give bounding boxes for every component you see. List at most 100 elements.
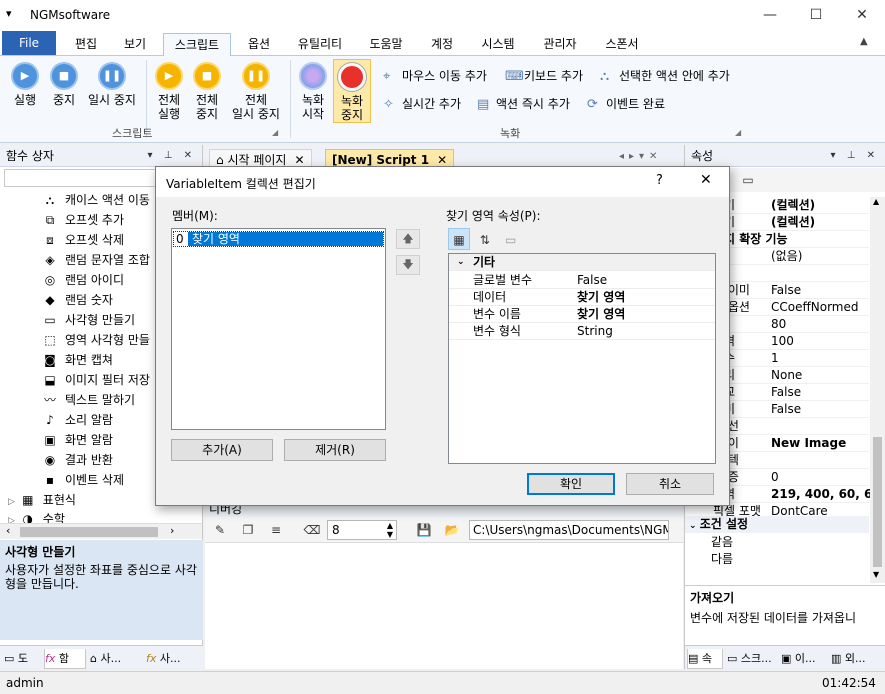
close-button[interactable]: ✕ bbox=[839, 0, 885, 30]
record-stop-button[interactable]: 녹화 중지 bbox=[333, 59, 371, 123]
dialog-close-button[interactable]: ✕ bbox=[700, 172, 712, 188]
tab-user[interactable]: ⌂ 사... bbox=[90, 649, 138, 669]
scroll-thumb[interactable] bbox=[20, 527, 158, 537]
eraser-icon[interactable]: ⌫ bbox=[301, 519, 323, 541]
pause-all-button[interactable]: ❚❚ 전체 일시 중지 bbox=[228, 62, 284, 121]
tab-functions[interactable]: fx 함 bbox=[44, 649, 86, 669]
tab-properties[interactable]: ▤ 속 bbox=[687, 649, 723, 669]
run-button[interactable]: ▶ 실행 bbox=[8, 62, 42, 107]
stop-all-button[interactable]: ■ 전체 중지 bbox=[190, 62, 224, 121]
property-value: 찾기 영역 bbox=[577, 290, 626, 304]
stop-button[interactable]: ■ 중지 bbox=[48, 62, 80, 107]
dialog-property-row[interactable]: 변수 형식 String bbox=[449, 323, 715, 340]
scroll-thumb[interactable] bbox=[873, 437, 882, 567]
tab-system[interactable]: 시스템 bbox=[472, 33, 524, 56]
record-start-button[interactable]: 녹화 시작 bbox=[297, 62, 329, 121]
scroll-left-icon[interactable]: ‹ bbox=[6, 524, 10, 537]
action-icon: ▤ bbox=[477, 97, 490, 112]
property-pages-icon[interactable]: ▭ bbox=[500, 229, 522, 251]
condition-different[interactable]: 다름 bbox=[711, 551, 733, 568]
number-stepper[interactable]: 8 ▲ ▼ bbox=[327, 520, 397, 540]
vertical-scrollbar[interactable]: ▲ ▼ bbox=[870, 197, 885, 583]
categorized-icon[interactable]: ▦ bbox=[448, 228, 470, 250]
speech-icon: 〰 bbox=[43, 393, 56, 407]
dialog-launcher-icon[interactable]: ◢ bbox=[272, 128, 278, 137]
tab-toolbox[interactable]: ▭ 도 bbox=[4, 649, 40, 669]
event-complete-button[interactable]: ⟳ 이벤트 완료 bbox=[587, 94, 665, 114]
members-list[interactable]: 0 찾기 영역 bbox=[171, 228, 386, 430]
file-tab[interactable]: File bbox=[2, 31, 56, 55]
condition-section[interactable]: ⌄ 조건 설정 bbox=[685, 516, 869, 533]
minimize-button[interactable]: — bbox=[747, 0, 793, 30]
tab-options[interactable]: 옵션 bbox=[238, 33, 280, 56]
collapse-ribbon-icon[interactable]: ▲ bbox=[860, 36, 868, 47]
tab-account[interactable]: 계정 bbox=[420, 33, 464, 56]
dialog-property-row[interactable]: 데이터 찾기 영역 bbox=[449, 289, 715, 306]
remove-button[interactable]: 제거(R) bbox=[284, 439, 386, 461]
list-icon[interactable]: ≡ bbox=[265, 519, 287, 541]
dialog-launcher-icon[interactable]: ◢ bbox=[735, 128, 741, 137]
title-bar: ▾ NGMsoftware — ☐ ✕ bbox=[0, 0, 885, 30]
tab-sponsor[interactable]: 스폰서 bbox=[594, 33, 650, 56]
scroll-right-icon[interactable]: › bbox=[170, 524, 174, 537]
tab-script[interactable]: 스크립트 bbox=[163, 33, 231, 56]
tab-help[interactable]: 도움말 bbox=[360, 33, 412, 56]
stepper-arrows-icon[interactable]: ▲ ▼ bbox=[387, 521, 393, 539]
doc-tab-nav-icon[interactable]: ◂▸▾✕ bbox=[619, 151, 662, 162]
tab-edit[interactable]: 편집 bbox=[66, 33, 106, 56]
condition-equal[interactable]: 같음 bbox=[711, 534, 733, 551]
tab-script-list[interactable]: ▭ 스크... bbox=[727, 649, 777, 669]
keyboard-icon: ⌨ bbox=[505, 69, 524, 84]
group-expression[interactable]: ▷ ▦ 표현식 bbox=[8, 490, 76, 510]
list-item[interactable]: 0 찾기 영역 bbox=[173, 231, 384, 247]
pin-icon[interactable]: ▾ ⊥ ✕ bbox=[831, 145, 879, 167]
folder-icon[interactable]: 📂 bbox=[441, 519, 463, 541]
alphabetical-icon[interactable]: ⇅ bbox=[474, 229, 496, 251]
collapse-icon[interactable]: ⌄ bbox=[457, 254, 465, 271]
property-value: New Image bbox=[771, 436, 847, 450]
tab-images[interactable]: ▣ 이... bbox=[781, 649, 827, 669]
path-field[interactable]: C:\Users\ngmas\Documents\NGM6\ bbox=[469, 520, 669, 540]
add-action-immediate-button[interactable]: ▤ 액션 즉시 추가 bbox=[477, 94, 570, 114]
add-in-selected-button[interactable]: ⛬ 선택한 액션 안에 추가 bbox=[600, 66, 730, 86]
property-value: 찾기 영역 bbox=[577, 307, 626, 321]
property-value: CCoeffNormed bbox=[771, 300, 859, 314]
run-all-button[interactable]: ▶ 전체 실행 bbox=[152, 62, 186, 121]
pause-button[interactable]: ❚❚ 일시 중지 bbox=[84, 62, 140, 107]
horizontal-scrollbar[interactable]: ‹ › bbox=[0, 523, 202, 539]
close-tab-icon[interactable]: ✕ bbox=[437, 153, 447, 167]
play-all-icon: ▶ bbox=[155, 62, 183, 90]
add-keyboard-button[interactable]: ⌨키보드 추가 bbox=[505, 66, 583, 86]
tab-external[interactable]: ▥ 외... bbox=[831, 649, 881, 669]
help-button[interactable]: ? bbox=[656, 173, 663, 188]
cancel-button[interactable]: 취소 bbox=[626, 473, 714, 495]
save-icon[interactable]: 💾 bbox=[413, 519, 435, 541]
property-pages-icon[interactable]: ▭ bbox=[737, 169, 759, 191]
dialog-property-row[interactable]: 변수 이름 찾기 영역 bbox=[449, 306, 715, 323]
move-up-button[interactable]: 🡅 bbox=[396, 229, 420, 249]
dialog-property-row[interactable]: 글로벌 변수 False bbox=[449, 272, 715, 289]
move-down-button[interactable]: 🡇 bbox=[396, 255, 420, 275]
maximize-button[interactable]: ☐ bbox=[793, 0, 839, 30]
scroll-up-icon[interactable]: ▲ bbox=[873, 197, 879, 206]
tab-view[interactable]: 보기 bbox=[114, 33, 156, 56]
tab-utility[interactable]: 유틸리티 bbox=[288, 33, 352, 56]
add-mouse-move-button[interactable]: ⌖ 마우스 이동 추가 bbox=[383, 66, 487, 86]
add-button[interactable]: 추가(A) bbox=[171, 439, 273, 461]
category-row[interactable]: ⌄ 기타 bbox=[449, 254, 715, 271]
close-tab-icon[interactable]: ✕ bbox=[294, 153, 304, 167]
scroll-down-icon[interactable]: ▼ bbox=[873, 570, 879, 579]
group-math[interactable]: ▷ ◑ 수학 bbox=[8, 509, 65, 523]
add-realtime-button[interactable]: ✧ 실시간 추가 bbox=[383, 94, 461, 114]
user-icon: ⌂ bbox=[90, 652, 101, 665]
ok-button[interactable]: 확인 bbox=[527, 473, 615, 495]
record-start-icon bbox=[299, 62, 327, 90]
tab-user-functions[interactable]: fx 사... bbox=[146, 649, 198, 669]
copy-output-icon[interactable]: ❐ bbox=[237, 519, 259, 541]
ribbon: ▶ 실행 ■ 중지 ❚❚ 일시 중지 ▶ 전체 실행 ■ 전체 중지 ❚❚ 전체 일시… bbox=[0, 56, 885, 143]
tab-admin[interactable]: 관리자 bbox=[532, 33, 588, 56]
menu-icon[interactable]: ▾ bbox=[6, 7, 12, 20]
pin-icon[interactable]: ▾ ⊥ ✕ bbox=[148, 145, 196, 167]
clear-output-icon[interactable]: ✎ bbox=[209, 519, 231, 541]
api-icon: ▥ bbox=[831, 652, 845, 665]
